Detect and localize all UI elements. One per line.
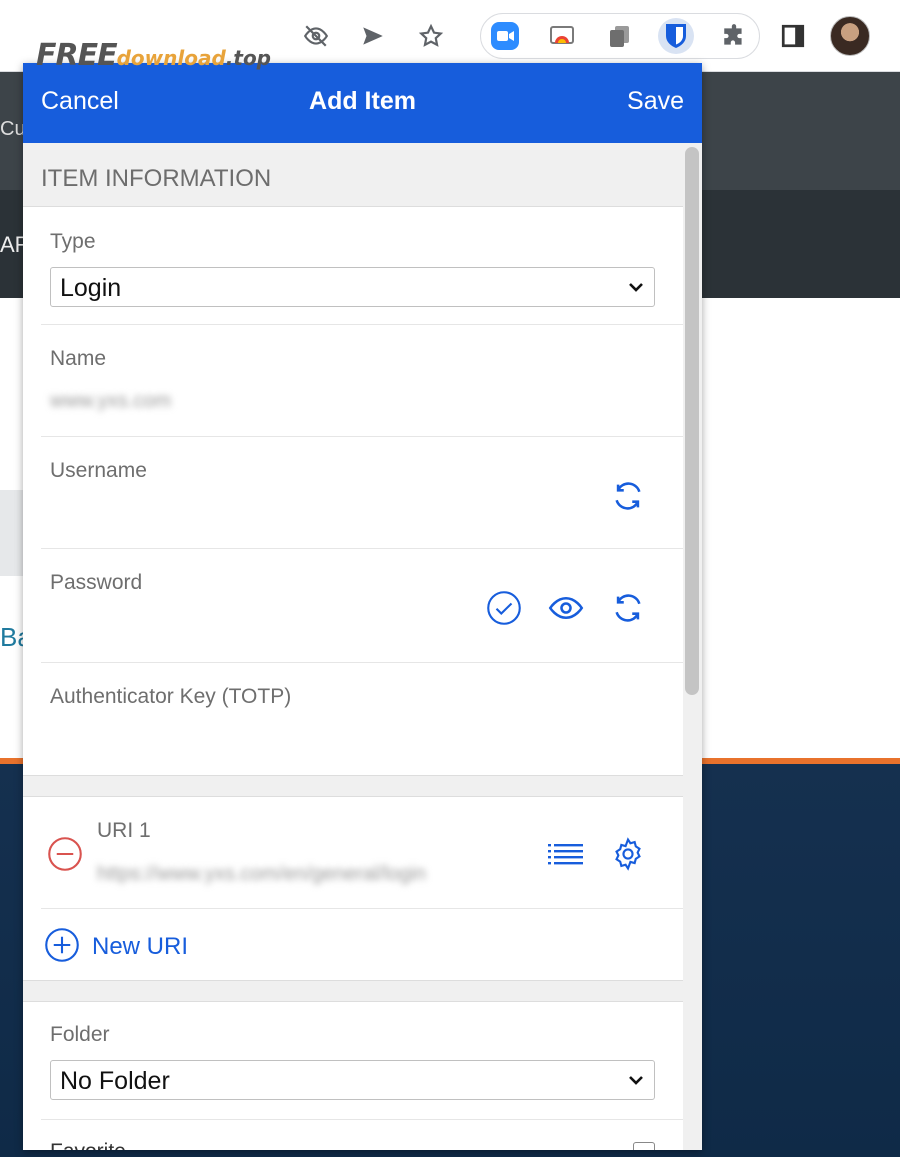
profile-avatar[interactable] bbox=[830, 16, 870, 56]
uri-label: URI 1 bbox=[97, 819, 151, 842]
type-select-value: Login bbox=[60, 274, 122, 302]
username-row[interactable]: Username bbox=[41, 437, 683, 549]
favorite-label: Favorite bbox=[50, 1140, 126, 1150]
scrollbar-thumb[interactable] bbox=[685, 147, 699, 695]
password-row[interactable]: Password bbox=[41, 549, 683, 663]
watermark: FREEdownload.top bbox=[36, 38, 271, 73]
username-label: Username bbox=[50, 459, 147, 482]
bitwarden-extension-icon[interactable] bbox=[658, 18, 694, 54]
type-select[interactable]: Login bbox=[50, 267, 655, 307]
toggle-visibility-icon[interactable] bbox=[547, 589, 585, 627]
eye-off-icon[interactable] bbox=[298, 18, 334, 54]
folder-card: Folder No Folder Favorite bbox=[23, 1001, 683, 1150]
folder-label: Folder bbox=[50, 1023, 110, 1046]
chevron-down-icon bbox=[629, 1076, 643, 1085]
folder-row: Folder No Folder bbox=[41, 1002, 683, 1120]
slides-extension-icon[interactable] bbox=[544, 18, 580, 54]
type-label: Type bbox=[50, 230, 96, 253]
watermark-part-1: FREE bbox=[36, 38, 118, 73]
regenerate-username-icon[interactable] bbox=[609, 477, 647, 515]
save-button[interactable]: Save bbox=[627, 87, 684, 116]
watermark-part-3: .top bbox=[225, 46, 271, 70]
totp-row[interactable]: Authenticator Key (TOTP) bbox=[41, 663, 683, 776]
name-field-value[interactable]: www.yxs.com bbox=[50, 390, 171, 413]
uri-list-icon[interactable] bbox=[547, 835, 585, 873]
section-title-item-information: ITEM INFORMATION bbox=[41, 165, 272, 192]
chevron-down-icon bbox=[629, 283, 643, 292]
check-password-icon[interactable] bbox=[485, 589, 523, 627]
generate-password-icon[interactable] bbox=[609, 589, 647, 627]
totp-label: Authenticator Key (TOTP) bbox=[50, 685, 292, 708]
name-row[interactable]: Name www.yxs.com bbox=[41, 325, 683, 437]
type-row: Type Login bbox=[41, 207, 683, 325]
copy-extension-icon[interactable] bbox=[602, 18, 638, 54]
uri-row[interactable]: URI 1 https://www.yxs.com/en/general/log… bbox=[41, 797, 683, 909]
uri-settings-icon[interactable] bbox=[609, 835, 647, 873]
zoom-extension-icon[interactable] bbox=[487, 18, 523, 54]
star-icon[interactable] bbox=[413, 18, 449, 54]
bitwarden-add-item-popup: Cancel Add Item Save ITEM INFORMATION Ty… bbox=[23, 63, 702, 1150]
new-uri-link[interactable]: New URI bbox=[92, 933, 188, 961]
password-label: Password bbox=[50, 571, 143, 594]
scrollbar[interactable] bbox=[683, 143, 702, 1150]
side-panel-icon[interactable] bbox=[775, 18, 811, 54]
popup-header: Cancel Add Item Save bbox=[23, 63, 702, 143]
favorite-row[interactable]: Favorite bbox=[41, 1120, 683, 1150]
send-icon[interactable] bbox=[355, 18, 391, 54]
new-uri-row[interactable]: New URI bbox=[41, 909, 683, 981]
item-information-card: Type Login Name www.yxs.com Username Pas… bbox=[23, 206, 683, 776]
folder-select[interactable]: No Folder bbox=[50, 1060, 655, 1100]
favorite-checkbox[interactable] bbox=[633, 1142, 655, 1150]
puzzle-extensions-icon[interactable] bbox=[716, 18, 752, 54]
watermark-part-2: download bbox=[116, 46, 226, 70]
name-label: Name bbox=[50, 347, 107, 370]
uri-card: URI 1 https://www.yxs.com/en/general/log… bbox=[23, 796, 683, 981]
uri-value[interactable]: https://www.yxs.com/en/general/login bbox=[97, 863, 527, 886]
folder-select-value: No Folder bbox=[60, 1067, 170, 1095]
remove-uri-icon[interactable] bbox=[46, 835, 84, 873]
page-title: Add Item bbox=[309, 87, 416, 115]
add-uri-icon[interactable] bbox=[43, 926, 81, 964]
